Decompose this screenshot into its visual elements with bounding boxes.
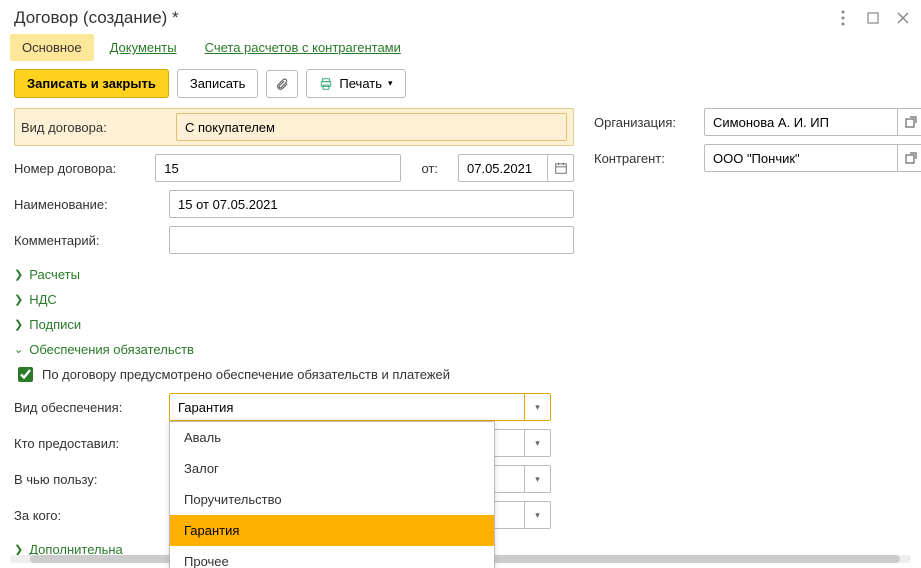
from-label: от: (421, 161, 438, 176)
save-and-close-button[interactable]: Записать и закрыть (14, 69, 169, 98)
name-label: Наименование: (14, 197, 149, 212)
attach-button[interactable] (266, 70, 298, 98)
dropdown-option[interactable]: Прочее (170, 546, 494, 568)
contract-type-input[interactable] (176, 113, 567, 141)
form-area: Вид договора: Номер договора: от: На (0, 108, 921, 562)
counterparty-input[interactable] (704, 144, 898, 172)
print-button[interactable]: Печать ▾ (306, 69, 405, 98)
chevron-down-icon: ▾ (535, 510, 540, 521)
security-provided-label: По договору предусмотрено обеспечение об… (42, 367, 450, 382)
counterparty-label: Контрагент: (594, 151, 684, 166)
window-controls (835, 10, 911, 26)
date-input[interactable] (458, 154, 548, 182)
group-settlements[interactable]: ❯ Расчеты (14, 262, 907, 287)
org-open-button[interactable] (898, 108, 921, 136)
comment-input[interactable] (169, 226, 574, 254)
chevron-down-icon: ▾ (535, 438, 540, 449)
dropdown-option[interactable]: Залог (170, 453, 494, 484)
org-label: Организация: (594, 115, 684, 130)
chevron-down-icon: ▾ (535, 402, 540, 413)
open-icon (905, 152, 917, 164)
comment-label: Комментарий: (14, 233, 149, 248)
group-security-label: Обеспечения обязательств (29, 342, 194, 357)
print-label: Печать (339, 76, 382, 91)
group-vat-label: НДС (29, 292, 57, 307)
calendar-icon (554, 161, 568, 175)
open-icon (905, 116, 917, 128)
provided-by-dropdown-button[interactable]: ▾ (525, 429, 551, 457)
org-input[interactable] (704, 108, 898, 136)
chevron-down-icon: ▾ (535, 474, 540, 485)
group-signatures[interactable]: ❯ Подписи (14, 312, 907, 337)
paperclip-icon (275, 77, 289, 91)
tab-main[interactable]: Основное (10, 34, 94, 61)
tab-documents[interactable]: Документы (98, 34, 189, 61)
security-type-input[interactable] (169, 393, 525, 421)
more-icon[interactable] (835, 10, 851, 26)
chevron-down-icon: ⌄ (14, 343, 23, 356)
for-whom-label: За кого: (14, 508, 149, 523)
name-input[interactable] (169, 190, 574, 218)
printer-icon (319, 77, 333, 91)
save-button[interactable]: Записать (177, 69, 259, 98)
chevron-right-icon: ❯ (14, 268, 23, 281)
contract-no-label: Номер договора: (14, 161, 135, 176)
contract-type-label: Вид договора: (21, 120, 156, 135)
dropdown-option[interactable]: Гарантия (170, 515, 494, 546)
dropdown-option[interactable]: Поручительство (170, 484, 494, 515)
group-security[interactable]: ⌄ Обеспечения обязательств (14, 337, 907, 362)
tab-accounts[interactable]: Счета расчетов с контрагентами (193, 34, 413, 61)
chevron-right-icon: ❯ (14, 293, 23, 306)
security-type-dropdown-button[interactable]: ▾ (525, 393, 551, 421)
counterparty-open-button[interactable] (898, 144, 921, 172)
in-favor-dropdown-button[interactable]: ▾ (525, 465, 551, 493)
chevron-right-icon: ❯ (14, 318, 23, 331)
group-signatures-label: Подписи (29, 317, 81, 332)
in-favor-label: В чью пользу: (14, 472, 149, 487)
group-vat[interactable]: ❯ НДС (14, 287, 907, 312)
security-type-label: Вид обеспечения: (14, 400, 149, 415)
provided-by-label: Кто предоставил: (14, 436, 149, 451)
close-icon[interactable] (895, 10, 911, 26)
contract-no-input[interactable] (155, 154, 401, 182)
group-settlements-label: Расчеты (29, 267, 80, 282)
calendar-button[interactable] (548, 154, 574, 182)
security-provided-checkbox[interactable] (18, 367, 33, 382)
security-type-dropdown-list: АвальЗалогПоручительствоГарантияПрочее (169, 421, 495, 568)
window-title: Договор (создание) * (14, 8, 179, 28)
maximize-icon[interactable] (865, 10, 881, 26)
for-whom-dropdown-button[interactable]: ▾ (525, 501, 551, 529)
tabs-bar: Основное Документы Счета расчетов с конт… (0, 34, 921, 69)
security-checkbox-row: По договору предусмотрено обеспечение об… (14, 362, 907, 393)
chevron-down-icon: ▾ (388, 78, 393, 89)
dropdown-option[interactable]: Аваль (170, 422, 494, 453)
toolbar: Записать и закрыть Записать Печать ▾ (0, 69, 921, 108)
titlebar: Договор (создание) * (0, 0, 921, 34)
